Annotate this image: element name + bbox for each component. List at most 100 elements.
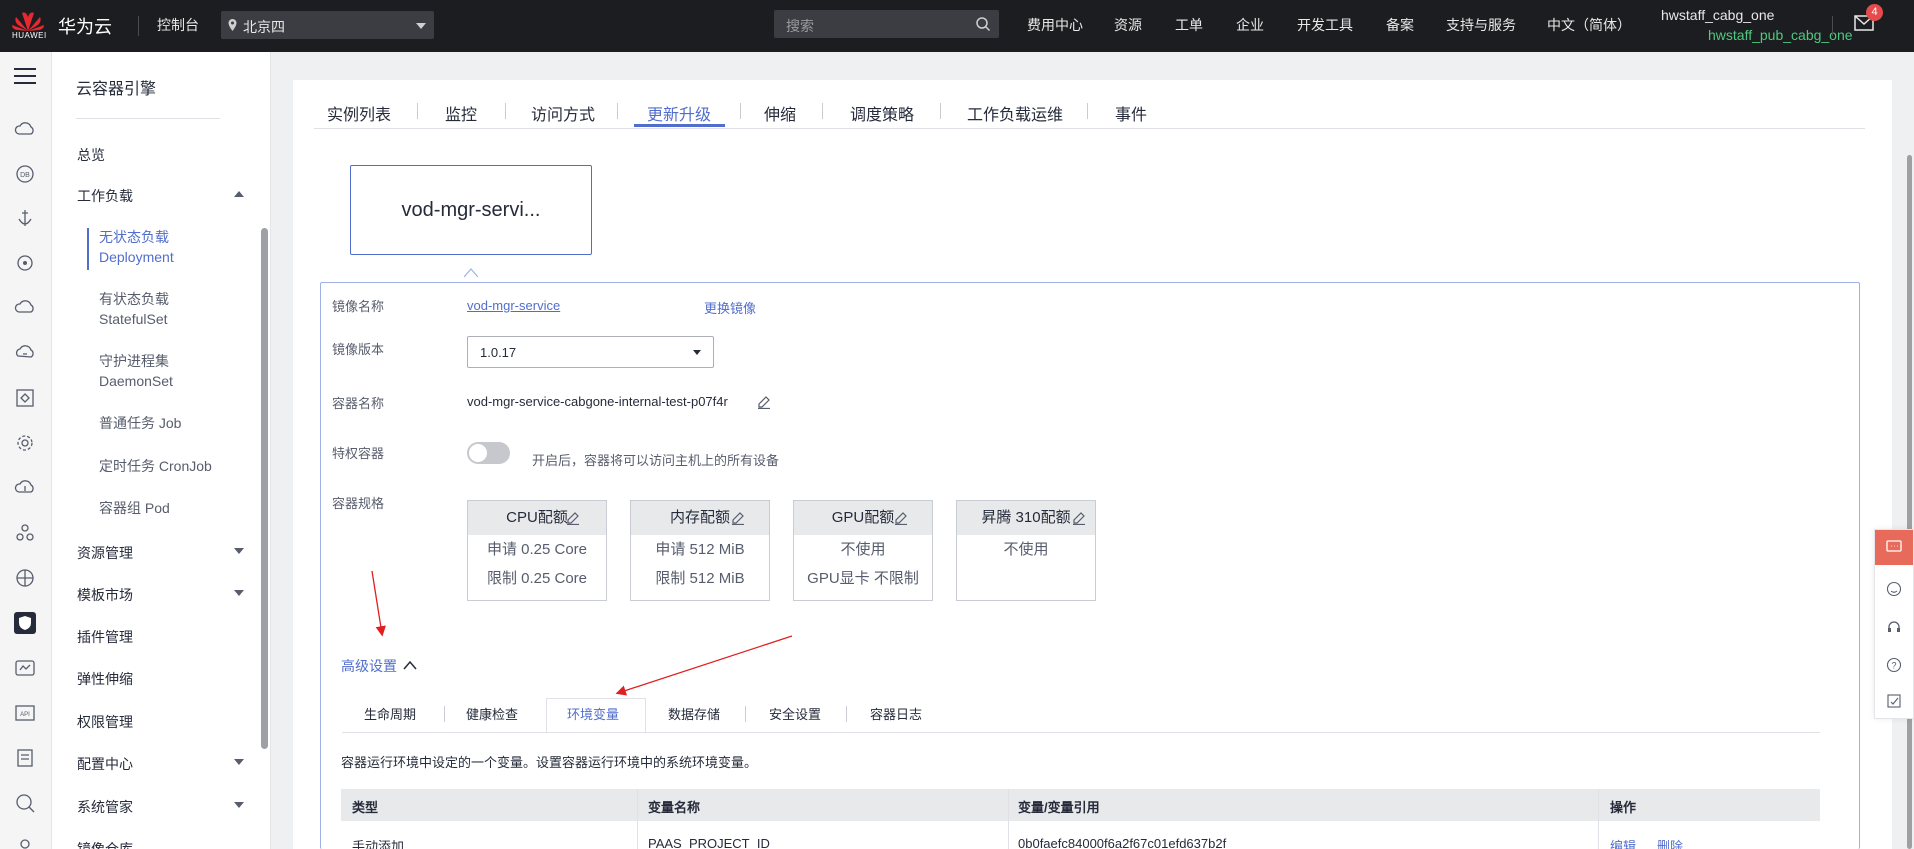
edit-icon[interactable] (894, 511, 908, 525)
tab-events[interactable]: 事件 (1115, 101, 1147, 125)
nav-icp[interactable]: 备案 (1386, 15, 1414, 35)
tab-container-logs[interactable]: 容器日志 (870, 704, 922, 723)
nav-language[interactable]: 中文（简体） (1547, 15, 1631, 35)
tab-access[interactable]: 访问方式 (531, 101, 595, 125)
chevron-down-icon (234, 548, 244, 554)
container-tile[interactable]: vod-mgr-servi... (350, 165, 592, 255)
console-link[interactable]: 控制台 (157, 15, 199, 35)
search-input[interactable]: 搜索 (774, 10, 999, 38)
tab-upgrade[interactable]: 更新升级 (647, 101, 711, 125)
sidebar-item-autoscaling[interactable]: 弹性伸缩 (77, 669, 133, 689)
person-icon[interactable] (14, 837, 36, 849)
divider (637, 789, 638, 849)
delete-env-button[interactable]: 删除 (1657, 836, 1683, 849)
nav-devtools[interactable]: 开发工具 (1297, 15, 1353, 35)
sidebar-item-statefulset[interactable]: 有状态负载 StatefulSet (99, 289, 169, 329)
divider (505, 103, 506, 119)
brand-title[interactable]: 华为云 (58, 13, 112, 39)
help-icon[interactable]: ? (1886, 657, 1902, 673)
divider (1008, 789, 1009, 849)
sidebar-item-deployment[interactable]: 无状态负载 Deployment (99, 227, 174, 267)
edit-icon[interactable] (566, 511, 580, 525)
tab-scheduling[interactable]: 调度策略 (850, 101, 914, 125)
tab-env-vars[interactable]: 环境变量 (567, 704, 619, 723)
main-scrollbar[interactable] (1907, 155, 1912, 849)
sidebar-item-permissions[interactable]: 权限管理 (77, 712, 133, 732)
svg-text:API: API (20, 712, 30, 718)
log-icon[interactable] (14, 747, 36, 769)
active-tab-indicator (634, 124, 725, 127)
nav-billing[interactable]: 费用中心 (1027, 15, 1083, 35)
sidebar-item-label: DaemonSet (99, 373, 173, 389)
sidebar-item-job[interactable]: 普通任务 Job (99, 413, 181, 433)
cloud-upload-icon[interactable] (14, 477, 36, 499)
divider (617, 103, 618, 119)
cloud-server-icon[interactable] (14, 119, 36, 141)
tab-scaling[interactable]: 伸缩 (764, 101, 796, 125)
env-row-type: 手动添加 (352, 839, 405, 849)
sidebar-item-templates[interactable]: 模板市场 (77, 585, 267, 605)
nav-resources[interactable]: 资源 (1114, 15, 1142, 35)
cluster-icon[interactable] (14, 522, 36, 544)
sidebar-item-workloads[interactable]: 工作负载 (77, 186, 267, 206)
anchor-icon[interactable] (14, 207, 36, 229)
edit-icon[interactable] (1072, 511, 1086, 525)
image-name-link[interactable]: vod-mgr-service (467, 298, 560, 313)
sidebar-item-registry[interactable]: 镜像仓库 (77, 839, 133, 849)
sidebar-item-label: 模板市场 (77, 587, 133, 603)
ai-cloud-icon[interactable] (14, 342, 36, 364)
headset-icon[interactable] (1886, 619, 1902, 635)
code-box-icon[interactable] (14, 387, 36, 409)
sidebar-item-label: 系统管家 (77, 799, 133, 815)
sidebar-item-daemonset[interactable]: 守护进程集 DaemonSet (99, 351, 173, 391)
menu-icon[interactable] (14, 68, 36, 84)
chevron-down-icon (693, 350, 701, 355)
privileged-toggle[interactable] (467, 442, 510, 464)
sidebar-item-overview[interactable]: 总览 (77, 145, 105, 165)
sidebar-item-addons[interactable]: 插件管理 (77, 627, 133, 647)
cdn-icon[interactable] (14, 252, 36, 274)
sidebar-item-cronjob[interactable]: 定时任务 CronJob (99, 456, 212, 476)
tab-lifecycle[interactable]: 生命周期 (364, 704, 416, 723)
cloud-icon[interactable] (14, 297, 36, 319)
tab-monitoring[interactable]: 监控 (445, 101, 477, 125)
database-icon[interactable]: DB (14, 163, 36, 185)
spec-request: 不使用 (1003, 541, 1049, 558)
region-select[interactable]: 北京四 (221, 11, 434, 39)
nav-tickets[interactable]: 工单 (1175, 15, 1203, 35)
edit-icon[interactable] (731, 511, 745, 525)
chevron-up-icon (464, 268, 478, 277)
smiley-icon[interactable] (1886, 581, 1902, 597)
advanced-settings-toggle[interactable]: 高级设置 (341, 656, 397, 676)
change-image-button[interactable]: 更换镜像 (704, 298, 756, 317)
tab-health-check[interactable]: 健康检查 (466, 704, 518, 723)
edit-env-button[interactable]: 编辑 (1610, 836, 1636, 849)
feedback-icon[interactable] (1886, 693, 1902, 709)
edit-icon[interactable] (757, 395, 771, 409)
monitor-icon[interactable] (14, 657, 36, 679)
sidebar-item-system[interactable]: 系统管家 (77, 797, 267, 817)
tab-security[interactable]: 安全设置 (769, 704, 821, 723)
chat-icon (1886, 540, 1902, 552)
sidebar-item-resources[interactable]: 资源管理 (77, 543, 267, 563)
image-version-select[interactable]: 1.0.17 (467, 336, 714, 368)
network-icon[interactable] (14, 567, 36, 589)
tab-operations[interactable]: 工作负载运维 (967, 101, 1063, 125)
sidebar-item-config[interactable]: 配置中心 (77, 754, 267, 774)
user-account[interactable]: hwstaff_cabg_one hwstaff_pub_cabg_one (1661, 6, 1853, 43)
tab-instances[interactable]: 实例列表 (327, 101, 391, 125)
search-service-icon[interactable] (14, 792, 36, 814)
sidebar-item-pod[interactable]: 容器组 Pod (99, 498, 170, 518)
api-icon[interactable]: API (14, 702, 36, 724)
chevron-up-icon (234, 191, 244, 197)
chevron-up-icon[interactable] (403, 660, 417, 670)
chat-button[interactable] (1875, 530, 1913, 565)
tab-storage[interactable]: 数据存储 (668, 704, 720, 723)
sidebar-scrollbar[interactable] (261, 228, 268, 749)
top-bar: HUAWEI 华为云 控制台 北京四 搜索 费用中心 资源 工单 企业 开发工具… (0, 0, 1914, 52)
shield-icon[interactable] (14, 612, 36, 634)
search-icon[interactable] (975, 16, 991, 32)
settings-gear-icon[interactable] (14, 432, 36, 454)
nav-support[interactable]: 支持与服务 (1446, 15, 1516, 35)
nav-enterprise[interactable]: 企业 (1236, 15, 1264, 35)
